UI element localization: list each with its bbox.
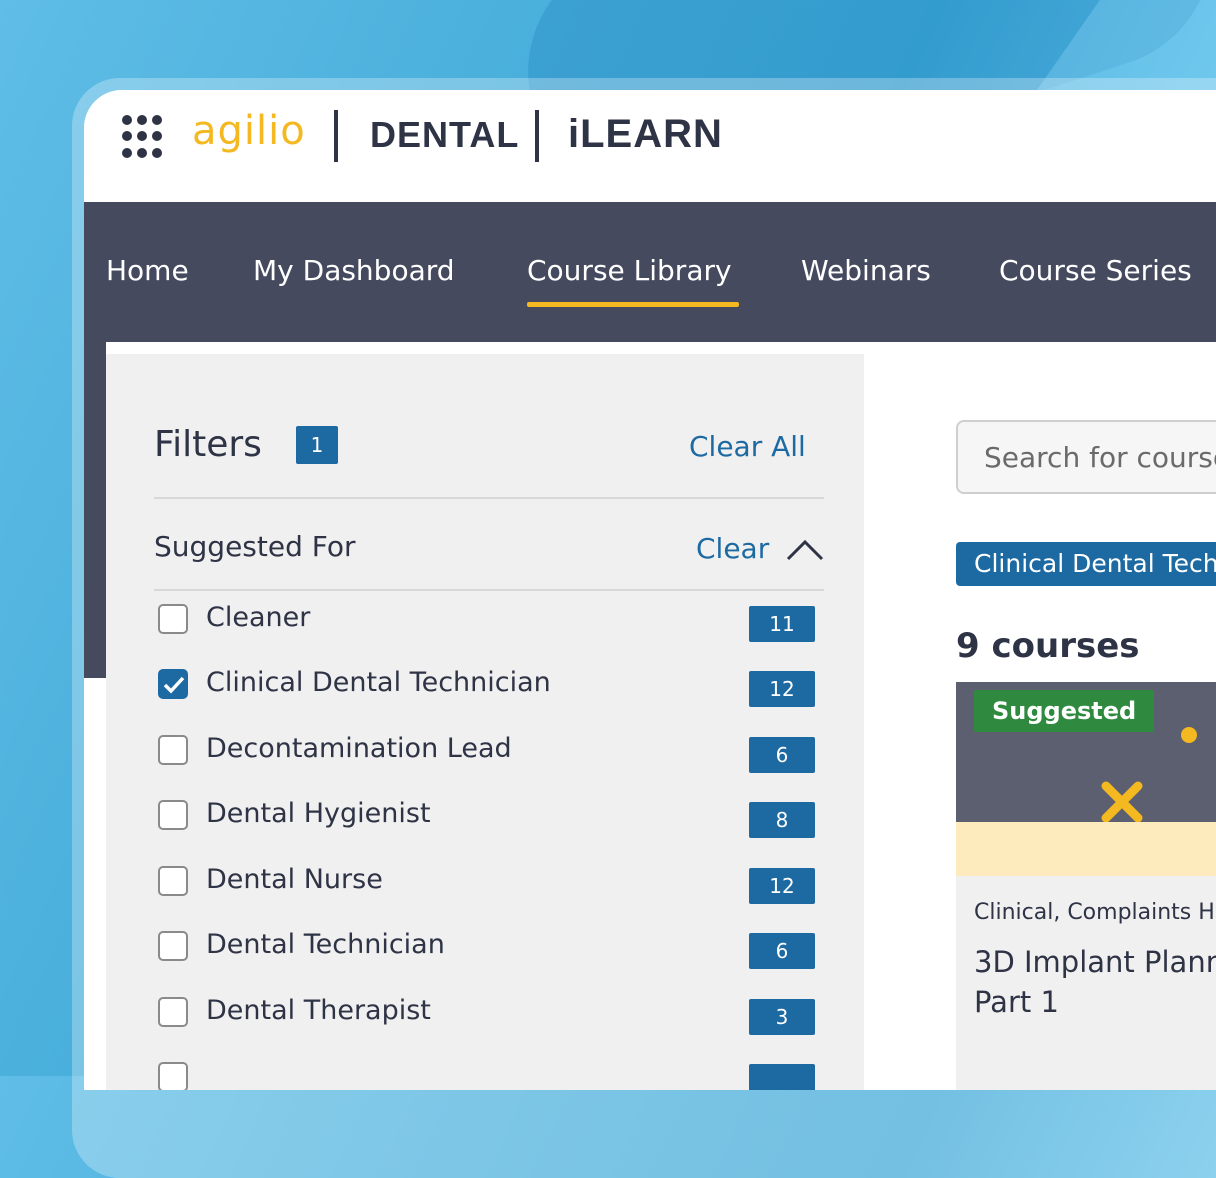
nav-item-course-library[interactable]: Course Library: [527, 254, 732, 287]
filter-option[interactable]: Decontamination Lead 6: [158, 733, 818, 773]
filter-option-label: Cleaner: [206, 602, 311, 633]
course-categories: Clinical, Complaints Handling: [974, 900, 1216, 925]
suggested-for-heading: Suggested For: [154, 530, 356, 563]
product-name: DENTAL: [370, 114, 520, 155]
filter-option[interactable]: Dental Therapist 3: [158, 995, 818, 1035]
active-filter-count-badge: 1: [296, 426, 338, 464]
agilio-logo: agilio: [192, 108, 306, 154]
filter-option-label: Decontamination Lead: [206, 733, 512, 764]
active-tab-indicator: [527, 302, 739, 307]
thumbnail-band: [956, 822, 1216, 876]
checkbox[interactable]: [158, 931, 188, 961]
divider: [154, 589, 824, 591]
logo-divider: [334, 110, 338, 162]
checkbox[interactable]: [158, 735, 188, 765]
checkbox[interactable]: [158, 1062, 188, 1090]
filter-option[interactable]: Dental Hygienist 8: [158, 798, 818, 838]
filter-option-label: Dental Therapist: [206, 995, 431, 1026]
filter-option-count: 12: [749, 868, 815, 904]
filter-option-label: Dental Hygienist: [206, 798, 431, 829]
search-input[interactable]: [982, 440, 1216, 475]
nav-edge: [84, 342, 106, 678]
checkbox[interactable]: [158, 604, 188, 634]
app-grid-icon[interactable]: [122, 115, 166, 159]
filter-option[interactable]: Dental Technician 6: [158, 929, 818, 969]
filter-option-count: 8: [749, 802, 815, 838]
filter-option-count: 11: [749, 606, 815, 642]
checkbox[interactable]: [158, 800, 188, 830]
divider: [154, 497, 824, 499]
suggested-badge: Suggested: [974, 690, 1155, 732]
nav-item-course-series[interactable]: Course Series: [999, 254, 1192, 287]
nav-item-home[interactable]: Home: [106, 254, 189, 287]
course-search[interactable]: [956, 420, 1216, 494]
main-nav: Home My Dashboard Course Library Webinar…: [84, 202, 1216, 342]
clear-section-link[interactable]: Clear: [696, 532, 769, 565]
filters-panel: Filters 1 Clear All Suggested For Clear …: [106, 354, 864, 1090]
active-filter-chip[interactable]: Clinical Dental Technician: [956, 542, 1216, 586]
filter-option-count: 12: [749, 671, 815, 707]
course-card[interactable]: Suggested Clinical, Complaints Handling …: [956, 682, 1216, 1090]
filter-option-count: 6: [749, 737, 815, 773]
chevron-up-icon[interactable]: [786, 536, 824, 562]
filter-option[interactable]: Cleaner 11: [158, 602, 818, 642]
decorative-dot: [1181, 727, 1197, 743]
app-name: iLEARN: [568, 112, 723, 156]
filters-title: Filters: [154, 424, 262, 465]
filter-option-label: Dental Technician: [206, 929, 445, 960]
checkbox[interactable]: [158, 997, 188, 1027]
logo-divider: [535, 110, 539, 162]
filter-option-count: [749, 1064, 815, 1090]
checkbox-checked[interactable]: [158, 669, 188, 699]
filter-option-partial[interactable]: [158, 1060, 818, 1090]
filter-option-label: Clinical Dental Technician: [206, 667, 551, 698]
filter-option-count: 3: [749, 999, 815, 1035]
app-header: agilio DENTAL iLEARN: [84, 90, 1216, 202]
filter-option-count: 6: [749, 933, 815, 969]
course-thumbnail: Suggested: [956, 682, 1216, 823]
filter-option-label: Dental Nurse: [206, 864, 383, 895]
filter-option[interactable]: Dental Nurse 12: [158, 864, 818, 904]
clear-all-link[interactable]: Clear All: [689, 430, 806, 463]
decorative-cross-icon: [1101, 781, 1143, 823]
filter-option[interactable]: Clinical Dental Technician 12: [158, 667, 818, 707]
nav-item-webinars[interactable]: Webinars: [801, 254, 931, 287]
results-count: 9 courses: [956, 626, 1140, 666]
checkbox[interactable]: [158, 866, 188, 896]
nav-item-my-dashboard[interactable]: My Dashboard: [253, 254, 455, 287]
app-window: agilio DENTAL iLEARN Home My Dashboard C…: [84, 90, 1216, 1090]
checkmark-icon: [163, 676, 185, 694]
course-title[interactable]: 3D Implant Planning Part 1: [974, 942, 1216, 1022]
